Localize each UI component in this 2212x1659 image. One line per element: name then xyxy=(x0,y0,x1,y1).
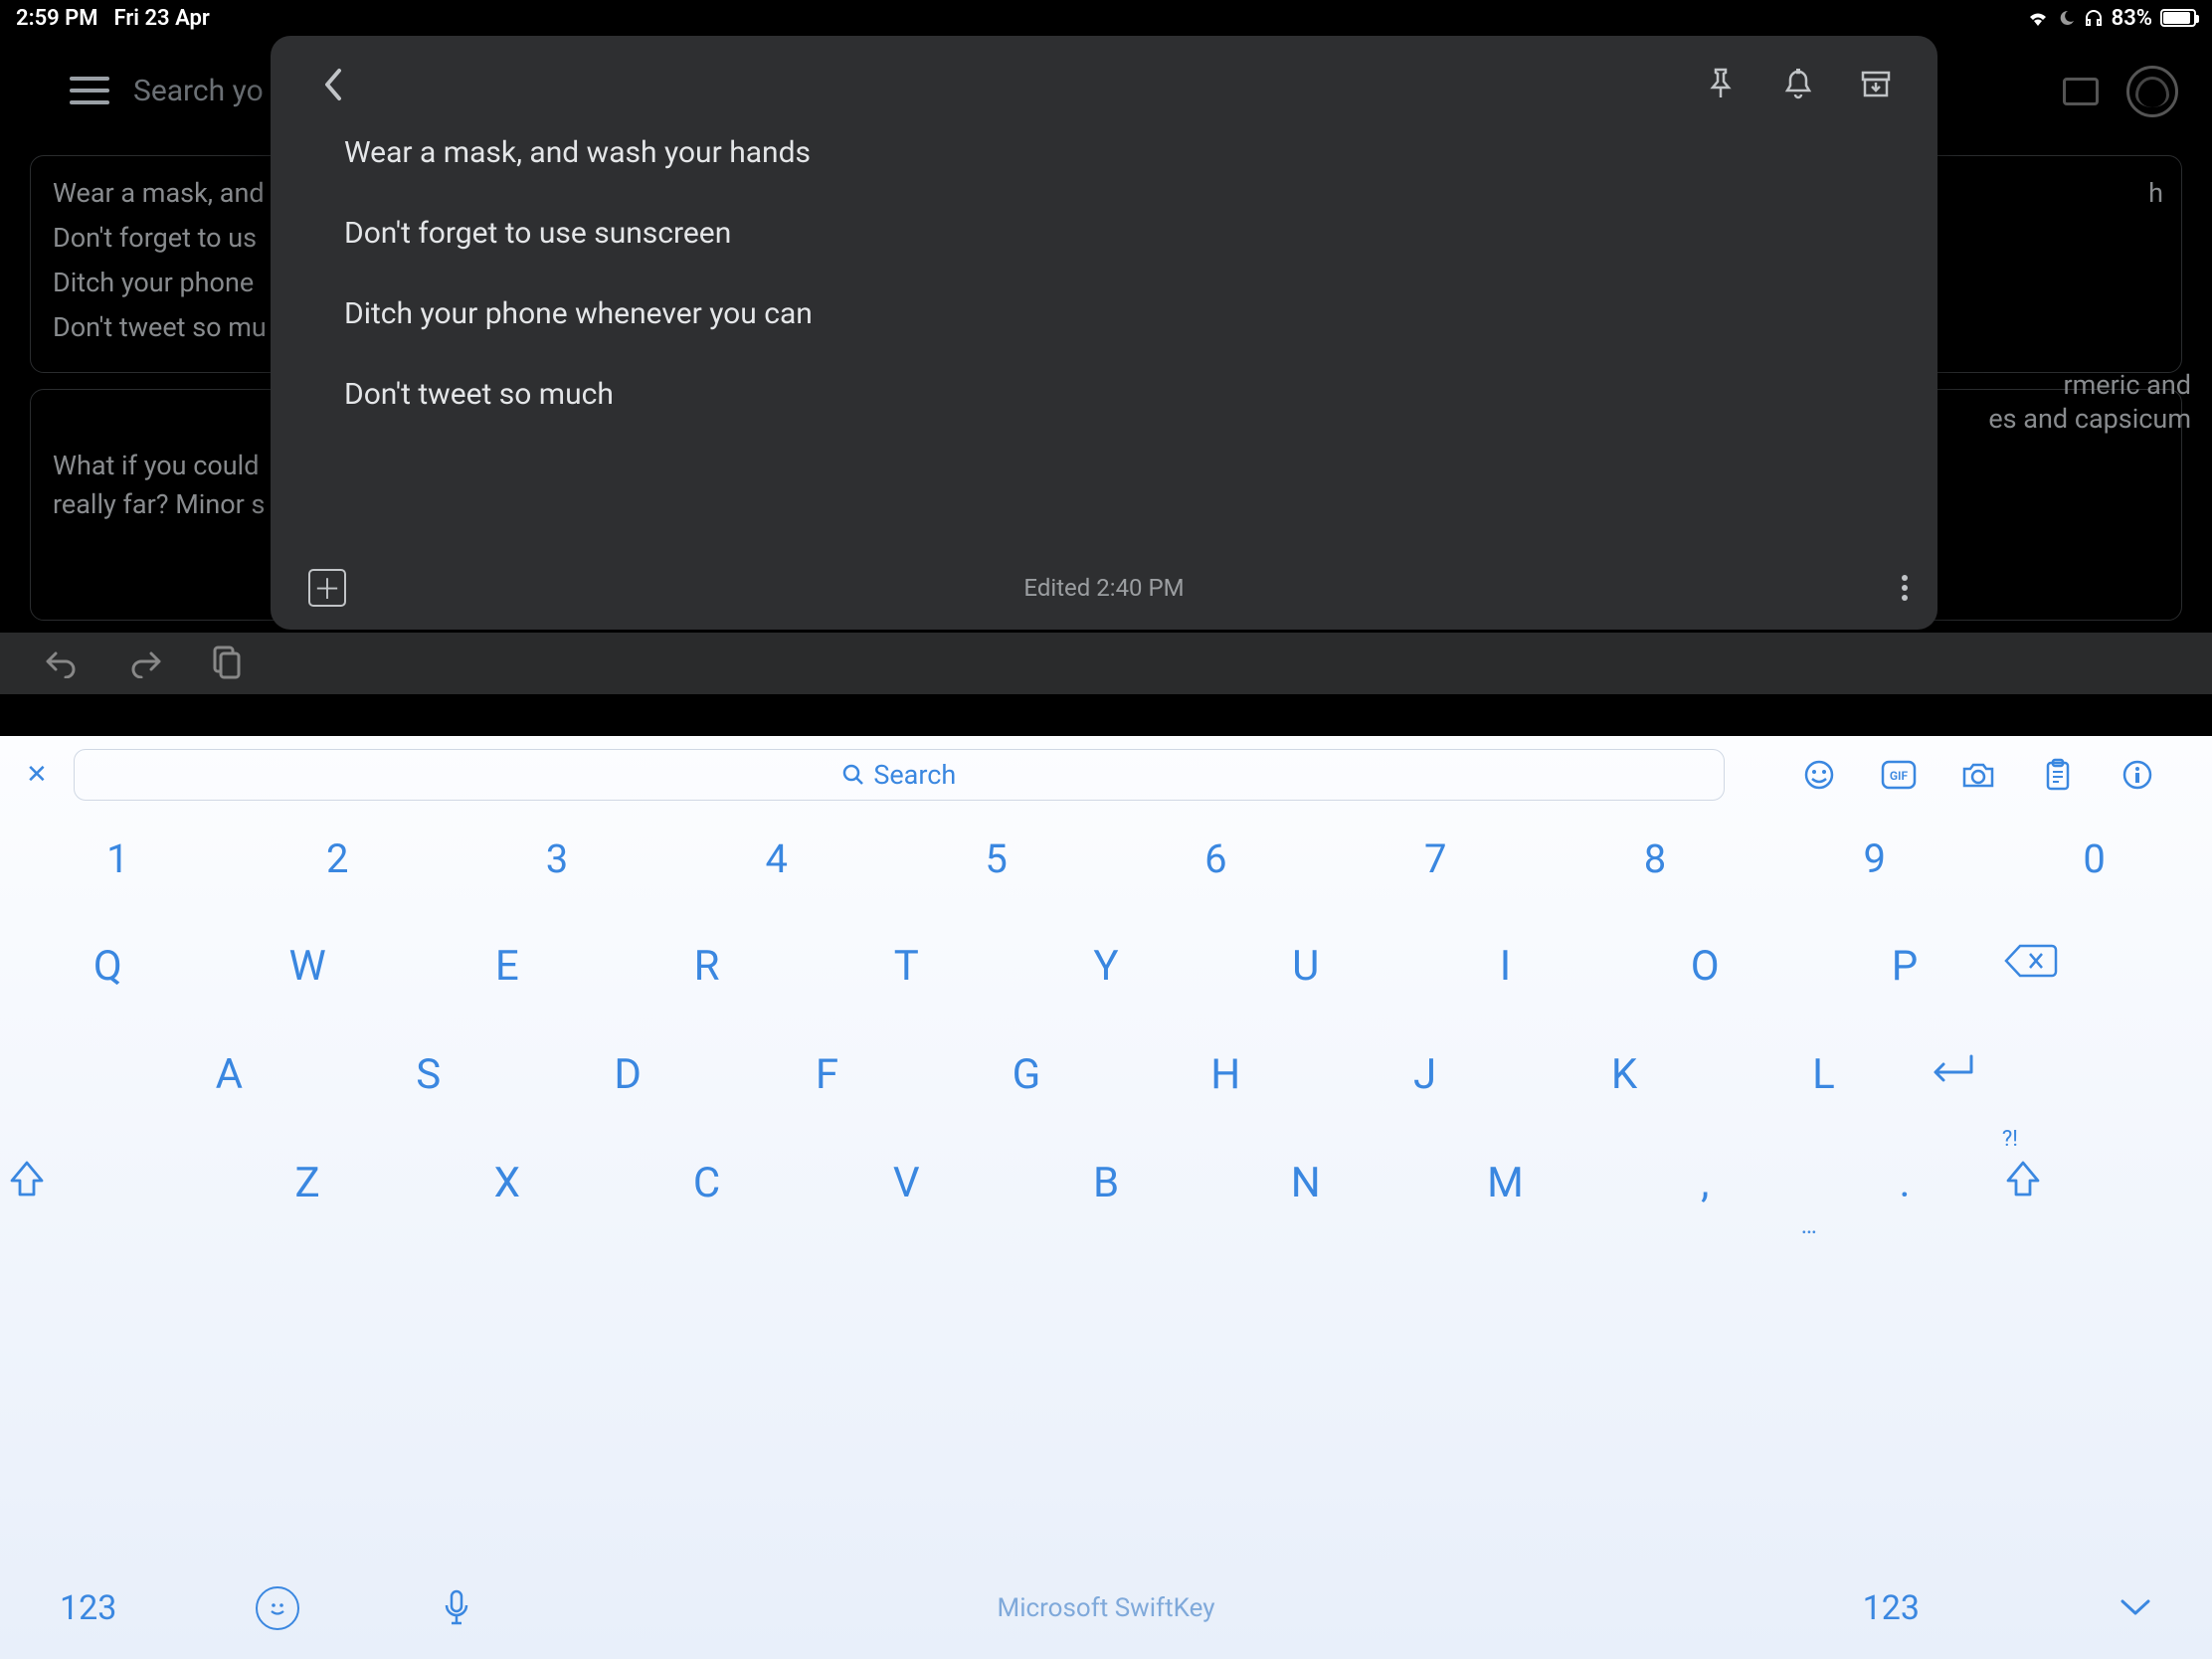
key-4[interactable]: 4 xyxy=(666,835,886,882)
key-y[interactable]: Y xyxy=(1007,942,1206,991)
kb-search-placeholder: Search xyxy=(873,759,956,791)
kb-row-numbers: 1234567890 xyxy=(8,835,2204,882)
shift-key-right[interactable] xyxy=(2004,1159,2204,1207)
key-x[interactable]: X xyxy=(407,1159,607,1207)
key-2[interactable]: 2 xyxy=(228,835,448,882)
avatar[interactable] xyxy=(2126,66,2178,117)
key-comma[interactable]: ,… xyxy=(1605,1159,1805,1207)
key-o[interactable]: O xyxy=(1605,942,1805,991)
note-line: What if you could really far? Minor s xyxy=(53,450,265,520)
add-button[interactable]: ＋ xyxy=(308,569,346,607)
key-v[interactable]: V xyxy=(807,1159,1007,1207)
camera-icon[interactable] xyxy=(1958,758,1998,792)
shift-key-left[interactable] xyxy=(8,1159,208,1207)
key-t[interactable]: T xyxy=(807,942,1007,991)
key-f[interactable]: F xyxy=(727,1050,926,1099)
frag: es and capsicum xyxy=(1988,400,2191,439)
key-k[interactable]: K xyxy=(1525,1050,1724,1099)
editor-toolstrip xyxy=(0,633,2212,694)
back-button[interactable] xyxy=(300,53,364,116)
search-input-bg[interactable]: Search yo xyxy=(133,74,264,108)
kb-123-right[interactable]: 123 xyxy=(1863,1588,1920,1628)
reminder-icon[interactable] xyxy=(1766,53,1830,116)
search-icon xyxy=(841,763,865,787)
emoji-icon[interactable] xyxy=(1799,758,1839,792)
key-q[interactable]: Q xyxy=(8,942,208,991)
info-icon[interactable] xyxy=(2118,758,2157,792)
kb-123-left[interactable]: 123 xyxy=(60,1588,116,1628)
key-i[interactable]: I xyxy=(1405,942,1605,991)
kb-dismiss-x[interactable]: ✕ xyxy=(20,760,54,790)
moon-icon xyxy=(2058,9,2076,27)
key-c[interactable]: C xyxy=(607,1159,807,1207)
keyboard: ✕ Search GIF 1234567890 QWERTYUIOP ASDFG… xyxy=(0,736,2212,1659)
kb-row-qwerty: QWERTYUIOP xyxy=(8,942,2204,991)
pin-icon[interactable] xyxy=(1689,53,1752,116)
edited-timestamp: Edited 2:40 PM xyxy=(1023,574,1184,602)
note-line: Ditch your phone whenever you can xyxy=(344,294,1864,333)
battery-pct: 83% xyxy=(2112,6,2152,31)
more-icon[interactable] xyxy=(1902,571,1908,605)
key-b[interactable]: B xyxy=(1007,1159,1206,1207)
key-n[interactable]: N xyxy=(1205,1159,1405,1207)
key-h[interactable]: H xyxy=(1126,1050,1325,1099)
key-5[interactable]: 5 xyxy=(886,835,1106,882)
key-0[interactable]: 0 xyxy=(1984,835,2204,882)
kb-row-home: ASDFGHJKL xyxy=(8,1050,2204,1099)
key-7[interactable]: 7 xyxy=(1326,835,1546,882)
frag: h xyxy=(2148,174,2163,213)
kb-dismiss-chevron[interactable] xyxy=(2119,1597,2152,1619)
enter-key[interactable] xyxy=(1924,1050,2182,1099)
status-bar: 2:59 PM Fri 23 Apr 83% xyxy=(0,0,2212,36)
key-a[interactable]: A xyxy=(129,1050,328,1099)
headphones-icon xyxy=(2084,9,2104,27)
key-9[interactable]: 9 xyxy=(1764,835,1984,882)
key-j[interactable]: J xyxy=(1325,1050,1524,1099)
key-d[interactable]: D xyxy=(528,1050,727,1099)
key-w[interactable]: W xyxy=(208,942,408,991)
kb-search-input[interactable]: Search xyxy=(74,749,1725,801)
date: Fri 23 Apr xyxy=(114,6,210,31)
kb-row-bottom: ZXCVBNM,….?! xyxy=(8,1159,2204,1207)
key-1[interactable]: 1 xyxy=(8,835,228,882)
note-line: Don't tweet so much xyxy=(344,375,1864,414)
key-8[interactable]: 8 xyxy=(1546,835,1765,882)
key-z[interactable]: Z xyxy=(208,1159,408,1207)
key-period[interactable]: .?! xyxy=(1805,1159,2005,1207)
clock: 2:59 PM xyxy=(16,6,98,31)
layout-icon[interactable] xyxy=(2063,78,2099,105)
key-3[interactable]: 3 xyxy=(448,835,667,882)
key-p[interactable]: P xyxy=(1805,942,2005,991)
key-g[interactable]: G xyxy=(927,1050,1126,1099)
battery-icon xyxy=(2160,9,2196,27)
archive-icon[interactable] xyxy=(1844,53,1908,116)
key-r[interactable]: R xyxy=(607,942,807,991)
key-l[interactable]: L xyxy=(1724,1050,1923,1099)
note-editor-panel: Wear a mask, and wash your hands Don't f… xyxy=(271,36,1937,630)
note-body[interactable]: Wear a mask, and wash your hands Don't f… xyxy=(271,133,1937,546)
note-line: Wear a mask, and wash your hands xyxy=(344,133,1864,172)
key-e[interactable]: E xyxy=(407,942,607,991)
redo-icon[interactable] xyxy=(127,648,163,678)
key-s[interactable]: S xyxy=(329,1050,528,1099)
gif-icon[interactable]: GIF xyxy=(1879,758,1919,792)
undo-icon[interactable] xyxy=(44,648,80,678)
mic-icon[interactable] xyxy=(443,1589,470,1627)
kb-brand-label: Microsoft SwiftKey xyxy=(997,1593,1214,1623)
key-m[interactable]: M xyxy=(1405,1159,1605,1207)
svg-text:GIF: GIF xyxy=(1890,769,1909,783)
key-6[interactable]: 6 xyxy=(1106,835,1326,882)
backspace-key[interactable] xyxy=(2004,942,2204,991)
key-u[interactable]: U xyxy=(1205,942,1405,991)
kb-emoji-button[interactable] xyxy=(256,1586,299,1630)
note-line: Don't forget to use sunscreen xyxy=(344,214,1864,253)
wifi-icon xyxy=(2026,9,2050,27)
menu-icon[interactable] xyxy=(70,77,109,104)
clipboard-icon[interactable] xyxy=(2038,758,2078,792)
clipboard-icon[interactable] xyxy=(211,645,243,681)
